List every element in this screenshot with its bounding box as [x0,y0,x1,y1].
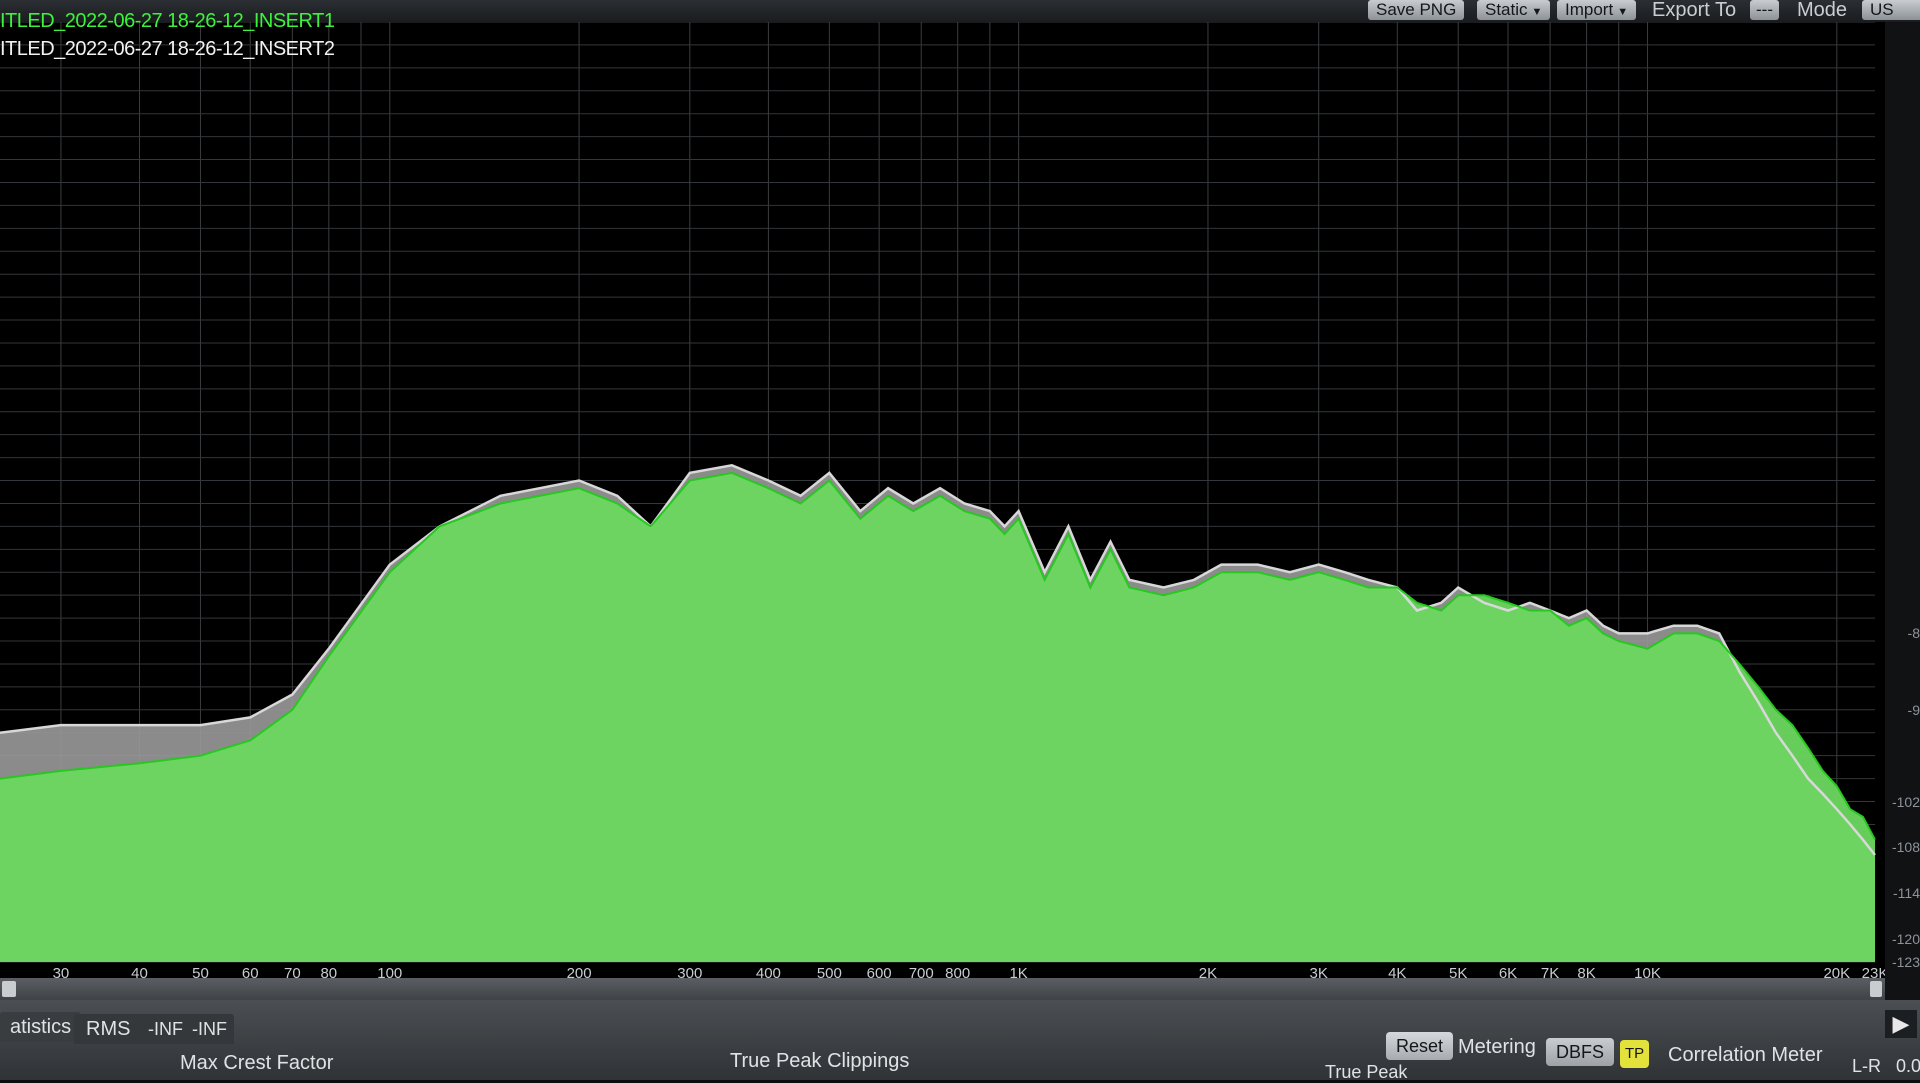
mode-value: US [1870,0,1894,19]
metering-label: Metering [1458,1036,1536,1058]
mode-label: Mode [1797,0,1848,21]
lr-value: 0.0 [1896,1056,1920,1076]
level-scale-label: -102 [1891,793,1920,810]
scrollbar-left-handle[interactable] [2,981,16,997]
chart-areas [0,464,1876,962]
dropdown-caret-icon: ▼ [1531,6,1543,18]
rms-readout: RMS -INF -INF [74,1014,234,1044]
import-dropdown[interactable]: Import ▼ [1557,0,1637,20]
track-label-insert2: ITLED_2022-06-27 18-26-12_INSERT2 [0,38,335,60]
track-label-insert1: ITLED_2022-06-27 18-26-12_INSERT1 [0,10,335,32]
dropdown-caret-icon: ▼ [1617,6,1629,18]
true-peak-clippings-label: True Peak Clippings [730,1050,910,1072]
tp-toggle[interactable]: TP [1620,1040,1650,1068]
level-scale-label: -120 [1891,931,1920,948]
static-label: Static [1485,0,1528,19]
lr-label: L-R [1852,1056,1882,1076]
rms-left-value: -INF [148,1019,183,1039]
correlation-meter-label: Correlation Meter [1668,1044,1823,1066]
scrollbar-right-handle[interactable] [1870,981,1882,997]
static-dropdown[interactable]: Static ▼ [1477,0,1551,20]
mode-select[interactable]: US [1862,0,1920,20]
level-scale-label: -108 [1891,839,1920,856]
export-to-select[interactable]: --- [1750,0,1779,20]
rms-label: RMS [86,1018,131,1040]
level-scale-label: -123 [1891,954,1920,970]
save-png-button[interactable]: Save PNG [1368,0,1465,20]
export-to-label: Export To [1652,0,1737,21]
export-to-value: --- [1756,0,1773,19]
tab-statistics[interactable]: atistics [0,1012,82,1042]
level-scale-label: -8 [1907,625,1920,642]
bottom-panel: atistics RMS -INF -INF Max Crest Factor … [0,1000,1920,1082]
reset-button[interactable]: Reset [1386,1032,1454,1060]
max-crest-factor-label: Max Crest Factor [180,1052,334,1074]
import-label: Import [1565,0,1614,19]
level-scale-label: -114 [1893,885,1920,902]
dbfs-button[interactable]: DBFS [1546,1038,1615,1066]
play-icon[interactable]: ▶ [1885,1010,1917,1038]
level-scale: -8 -9 -102 -108 -114 -120 -123 [1885,22,1920,1012]
frequency-scrollbar[interactable] [0,978,1885,1000]
save-png-label: Save PNG [1376,0,1457,19]
spectrum-chart: 30 40 50 60 70 80 100 200 300 400 500 600 700 800 1K 2K… [0,21,1888,982]
level-scale-label: -9 [1907,701,1920,718]
spectrum-analyzer: 30 40 50 60 70 80 100 200 300 400 500 600 700 800 1K 2K… [0,21,1888,982]
rms-right-value: -INF [192,1019,227,1039]
